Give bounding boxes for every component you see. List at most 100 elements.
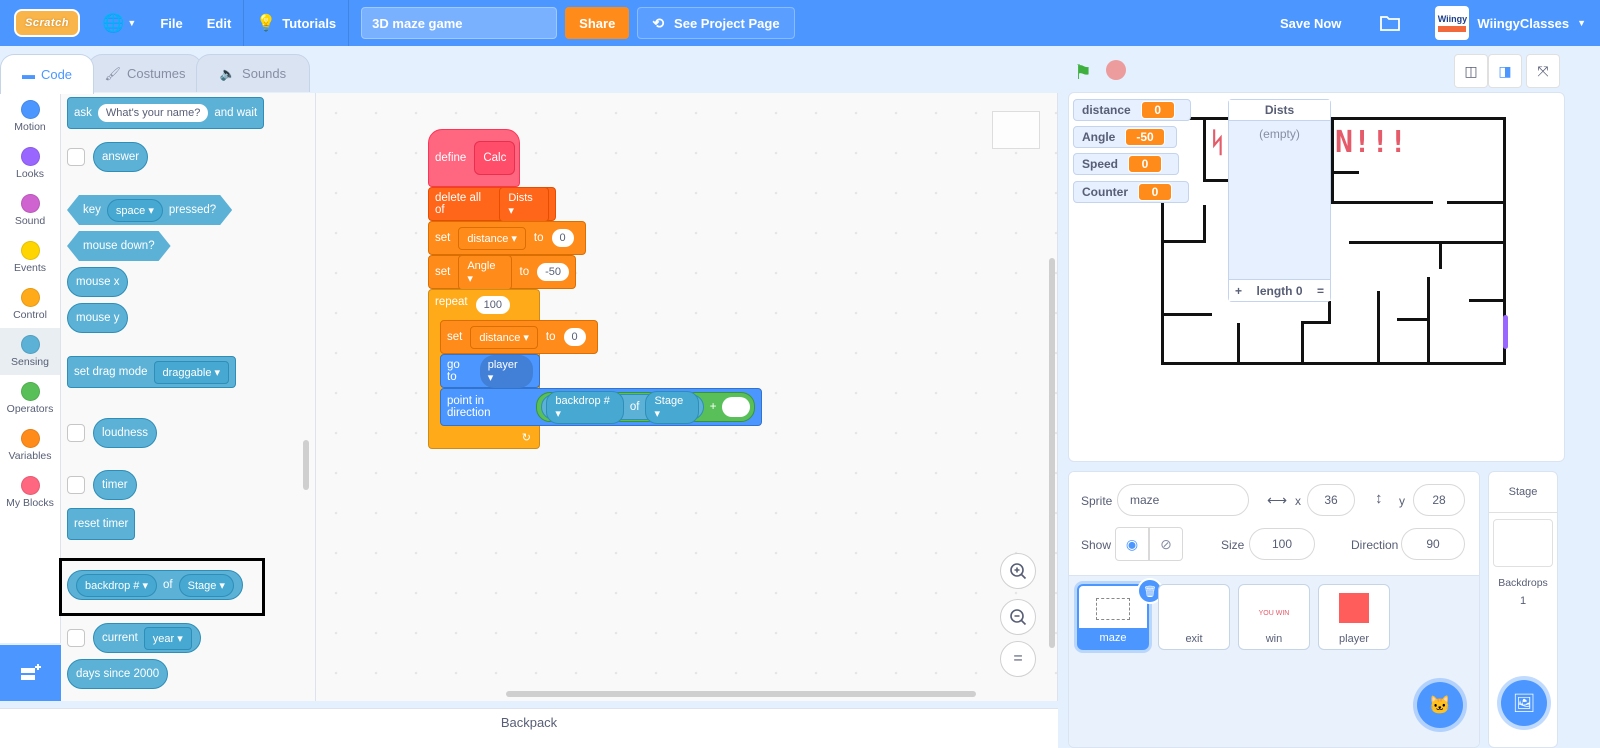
show-hidden-button[interactable]: ⊘: [1149, 527, 1183, 561]
stage-canvas[interactable]: N!!! ᛋ distance 0 Angle -50 Speed 0 Counter…: [1068, 92, 1565, 462]
key-dropdown[interactable]: space ▾: [107, 199, 163, 222]
repeat-count-input[interactable]: 100: [475, 296, 510, 314]
sprite-tile-maze[interactable]: maze 🗑: [1077, 578, 1163, 650]
reset-zoom-button[interactable]: =: [1000, 641, 1036, 677]
tutorials-button[interactable]: 💡 Tutorials: [244, 0, 348, 46]
save-now-button[interactable]: Save Now: [1258, 0, 1363, 46]
reset-timer-block[interactable]: reset timer: [67, 508, 136, 540]
green-flag-icon[interactable]: ⚑: [1074, 60, 1092, 85]
edit-menu[interactable]: Edit: [195, 0, 244, 46]
loudness-checkbox[interactable]: [67, 424, 85, 442]
variable-monitor-distance[interactable]: distance 0: [1073, 99, 1191, 121]
loudness-block[interactable]: loudness: [93, 418, 158, 448]
sprite-tile-player[interactable]: player: [1318, 584, 1390, 650]
resize-handle[interactable]: =: [1317, 284, 1324, 298]
value-input[interactable]: 0: [551, 229, 574, 247]
addend-input[interactable]: [722, 397, 750, 417]
sprite-name-input[interactable]: maze: [1117, 484, 1249, 516]
code-workspace[interactable]: define Calc delete all of Dists ▾ set di…: [316, 93, 1058, 701]
account-menu[interactable]: Wiingy WiingyClasses ▼: [1417, 0, 1600, 46]
timer-checkbox[interactable]: [67, 476, 85, 494]
file-menu[interactable]: File: [148, 0, 194, 46]
category-variables[interactable]: Variables: [0, 422, 60, 469]
drag-mode-dropdown[interactable]: draggable ▾: [153, 360, 230, 384]
see-project-page-button[interactable]: ⟲ See Project Page: [637, 7, 795, 39]
set-distance-inner-block[interactable]: set distance ▾ to 0: [440, 320, 598, 354]
add-item-button[interactable]: +: [1235, 284, 1242, 298]
my-stuff-button[interactable]: [1363, 0, 1417, 46]
zoom-out-button[interactable]: [1000, 599, 1036, 635]
backdrop-of-stage-reporter[interactable]: backdrop # ▾ of Stage ▾: [541, 390, 704, 424]
sprite-tile-win[interactable]: YOU WIN win: [1238, 584, 1310, 650]
mouse-x-block[interactable]: mouse x: [67, 267, 129, 297]
category-operators[interactable]: Operators: [0, 375, 60, 422]
answer-block[interactable]: answer: [93, 142, 149, 172]
days-since-2000-block[interactable]: days since 2000: [67, 659, 169, 689]
answer-checkbox[interactable]: [67, 148, 85, 166]
ask-and-wait-block[interactable]: ask What's your name? and wait: [67, 97, 265, 129]
choose-backdrop-button[interactable]: 🖼: [1501, 680, 1547, 726]
procedure-prototype[interactable]: Calc: [474, 141, 516, 175]
set-distance-block[interactable]: set distance ▾ to 0: [428, 221, 586, 255]
category-looks[interactable]: Looks: [0, 140, 60, 187]
workspace-horizontal-scrollbar[interactable]: [506, 691, 976, 697]
variable-dropdown[interactable]: distance ▾: [470, 325, 538, 349]
zoom-in-button[interactable]: [1000, 553, 1036, 589]
set-angle-block[interactable]: set Angle ▾ to -50: [428, 254, 576, 290]
set-drag-mode-block[interactable]: set drag mode draggable ▾: [67, 356, 237, 388]
value-input[interactable]: 0: [563, 328, 586, 346]
mouse-down-block[interactable]: mouse down?: [67, 231, 171, 261]
variable-monitor-speed[interactable]: Speed 0: [1073, 153, 1179, 175]
tab-costumes[interactable]: 🖌 Costumes: [88, 54, 202, 92]
size-input[interactable]: 100: [1249, 528, 1315, 560]
stage-selector[interactable]: Stage Backdrops 1 🖼: [1488, 471, 1558, 748]
choose-sprite-button[interactable]: 🐱: [1417, 682, 1463, 728]
object-dropdown[interactable]: Stage ▾: [645, 390, 699, 424]
timer-block[interactable]: timer: [93, 470, 137, 500]
category-motion[interactable]: Motion: [0, 93, 60, 140]
category-sound[interactable]: Sound: [0, 187, 60, 234]
go-to-target-dropdown[interactable]: player ▾: [479, 354, 533, 388]
workspace-vertical-scrollbar[interactable]: [1049, 258, 1055, 648]
x-input[interactable]: 36: [1307, 484, 1355, 516]
share-button[interactable]: Share: [565, 7, 630, 39]
variable-monitor-counter[interactable]: Counter 0: [1073, 181, 1189, 203]
small-stage-button[interactable]: ◫: [1454, 54, 1488, 88]
add-extension-button[interactable]: [0, 645, 61, 701]
y-input[interactable]: 28: [1413, 484, 1465, 516]
category-sensing[interactable]: Sensing: [0, 328, 60, 375]
variable-dropdown[interactable]: Angle ▾: [458, 254, 512, 290]
add-operator-block[interactable]: backdrop # ▾ of Stage ▾ +: [536, 390, 755, 424]
value-input[interactable]: -50: [537, 263, 569, 281]
backpack[interactable]: Backpack: [0, 708, 1058, 748]
fullscreen-button[interactable]: ⤧: [1526, 54, 1560, 88]
palette-scrollbar[interactable]: [303, 440, 309, 490]
property-dropdown[interactable]: backdrop # ▾: [546, 390, 624, 424]
variable-dropdown[interactable]: distance ▾: [458, 226, 526, 250]
ask-input[interactable]: What's your name?: [97, 104, 209, 122]
variable-monitor-angle[interactable]: Angle -50: [1073, 126, 1177, 148]
delete-all-of-block[interactable]: delete all of Dists ▾: [428, 186, 556, 222]
show-visible-button[interactable]: ◉: [1115, 527, 1149, 561]
normal-stage-button[interactable]: ◨: [1488, 54, 1522, 88]
project-title-input[interactable]: 3D maze game: [361, 7, 558, 39]
time-unit-dropdown[interactable]: year ▾: [143, 626, 192, 650]
category-control[interactable]: Control: [0, 281, 60, 328]
sprite-tile-exit[interactable]: exit: [1158, 584, 1230, 650]
scratch-logo[interactable]: Scratch: [14, 9, 80, 37]
current-year-block[interactable]: current year ▾: [93, 623, 201, 653]
key-pressed-block[interactable]: key space ▾ pressed?: [67, 195, 232, 225]
stop-icon[interactable]: [1106, 60, 1126, 80]
point-in-direction-block[interactable]: point in direction backdrop # ▾ of Stage…: [440, 388, 762, 426]
define-calc-block[interactable]: define Calc: [428, 129, 520, 187]
current-checkbox[interactable]: [67, 629, 85, 647]
tab-sounds[interactable]: 🔈 Sounds: [196, 54, 310, 92]
tab-code[interactable]: ▬ Code: [0, 54, 94, 94]
category-my-blocks[interactable]: My Blocks: [0, 469, 60, 516]
language-menu[interactable]: 🌐 ▼: [90, 0, 148, 46]
direction-input[interactable]: 90: [1401, 528, 1465, 560]
list-dropdown[interactable]: Dists ▾: [499, 186, 549, 222]
go-to-block[interactable]: go to player ▾: [440, 354, 540, 388]
mouse-y-block[interactable]: mouse y: [67, 303, 129, 333]
list-monitor-dists[interactable]: Dists (empty) + length 0 =: [1228, 99, 1331, 302]
